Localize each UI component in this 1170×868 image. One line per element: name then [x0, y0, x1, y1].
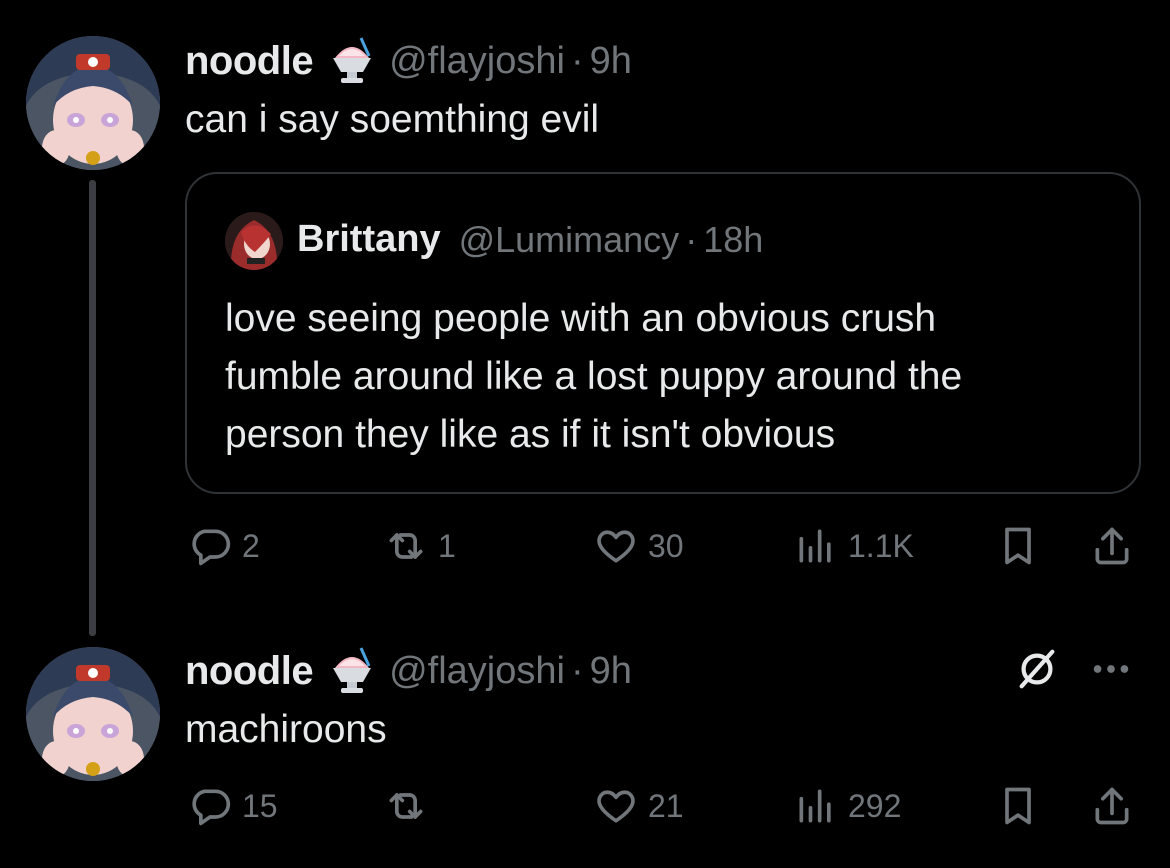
quoted-tweet-card[interactable]: Brittany @Lumimancy · 18h love seeing pe…: [185, 172, 1141, 494]
quoted-text-line: person they like as if it isn't obvious: [225, 413, 836, 456]
grok-button[interactable]: [1014, 646, 1060, 692]
views-icon: [799, 529, 831, 563]
like-button[interactable]: 21: [594, 784, 684, 828]
repost-icon: [389, 533, 423, 559]
user-handle[interactable]: @flayjoshi: [389, 650, 565, 693]
grok-icon: [1019, 649, 1055, 689]
share-icon: [1095, 787, 1129, 825]
tweet-header: noodle @flayjoshi · 9h: [185, 644, 632, 698]
quoted-text-line: love seeing people with an obvious crush: [225, 297, 937, 340]
avatar[interactable]: [26, 36, 160, 170]
like-count: 30: [648, 527, 684, 564]
more-button[interactable]: [1088, 646, 1134, 692]
reply-count: 15: [242, 787, 278, 824]
view-count: 292: [848, 787, 902, 824]
reply-button[interactable]: 15: [188, 784, 278, 828]
separator-dot: ·: [685, 218, 698, 260]
tweet-text: can i say soemthing evil: [185, 98, 600, 141]
quoted-avatar[interactable]: [225, 212, 283, 270]
view-count: 1.1K: [848, 527, 914, 564]
views-button[interactable]: 292: [794, 784, 901, 828]
like-count: 21: [648, 787, 684, 824]
avatar-image: [26, 36, 160, 170]
avatar[interactable]: [26, 647, 160, 781]
shaved-ice-emoji: [325, 644, 379, 698]
more-icon: [1093, 665, 1129, 673]
heart-icon: [597, 790, 635, 823]
separator-dot: ·: [570, 649, 584, 692]
display-name[interactable]: noodle: [185, 39, 314, 84]
user-handle[interactable]: @flayjoshi: [389, 40, 565, 83]
thread-connector-line: [89, 180, 96, 636]
bookmark-button[interactable]: [996, 524, 1040, 568]
quoted-user-handle[interactable]: @Lumimancy: [459, 219, 680, 261]
share-button[interactable]: [1090, 524, 1134, 568]
separator-dot: ·: [570, 39, 584, 82]
avatar-image: [26, 647, 160, 781]
bookmark-icon: [1005, 527, 1031, 565]
reply-icon: [192, 529, 231, 566]
repost-icon: [389, 793, 423, 819]
display-name[interactable]: noodle: [185, 649, 314, 694]
reply-button[interactable]: 2: [188, 524, 260, 568]
quoted-text-line: fumble around like a lost puppy around t…: [225, 355, 963, 398]
timestamp[interactable]: 9h: [590, 40, 632, 83]
shaved-ice-emoji: [325, 34, 379, 88]
heart-icon: [597, 530, 635, 563]
reply-count: 2: [242, 527, 260, 564]
like-button[interactable]: 30: [594, 524, 684, 568]
share-icon: [1095, 527, 1129, 565]
repost-count: 1: [438, 527, 456, 564]
quoted-tweet-header: Brittany @Lumimancy · 18h: [297, 218, 763, 261]
repost-button[interactable]: 1: [384, 524, 456, 568]
repost-button[interactable]: [384, 784, 438, 828]
tweet-text: machiroons: [185, 708, 387, 751]
quoted-timestamp[interactable]: 18h: [703, 219, 763, 261]
quoted-display-name[interactable]: Brittany: [297, 218, 441, 261]
bookmark-button[interactable]: [996, 784, 1040, 828]
views-icon: [799, 789, 831, 823]
quoted-tweet-text: love seeing people with an obvious crush…: [225, 290, 962, 464]
tweet-header: noodle @flayjoshi · 9h: [185, 34, 632, 88]
views-button[interactable]: 1.1K: [794, 524, 914, 568]
reply-icon: [192, 789, 231, 826]
bookmark-icon: [1005, 787, 1031, 825]
timestamp[interactable]: 9h: [590, 650, 632, 693]
share-button[interactable]: [1090, 784, 1134, 828]
